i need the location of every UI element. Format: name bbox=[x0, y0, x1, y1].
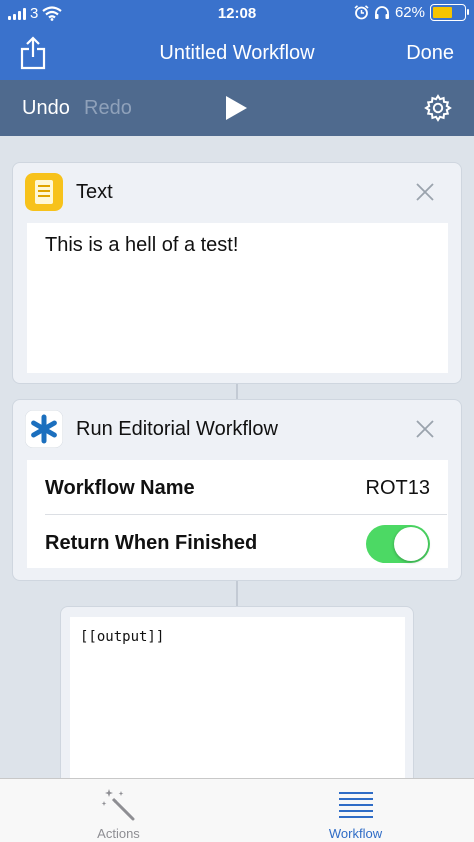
alarm-icon bbox=[354, 5, 369, 20]
done-button[interactable]: Done bbox=[406, 42, 454, 65]
text-action-card[interactable]: Text This is a hell of a test! bbox=[12, 162, 462, 384]
row-label: Workflow Name bbox=[45, 477, 195, 499]
output-text: [[output]] bbox=[80, 629, 165, 645]
tab-bar: Actions Workflow bbox=[0, 778, 474, 842]
workflow-name-value[interactable]: ROT13 bbox=[366, 477, 430, 500]
play-icon[interactable] bbox=[224, 95, 248, 121]
close-icon[interactable] bbox=[415, 419, 435, 439]
tab-actions[interactable]: Actions bbox=[0, 779, 237, 842]
output-card[interactable]: [[output]] bbox=[60, 606, 414, 797]
tab-label: Actions bbox=[97, 826, 140, 841]
battery-percent: 62% bbox=[394, 4, 425, 21]
card-header: Run Editorial Workflow bbox=[13, 400, 461, 458]
text-app-icon bbox=[25, 173, 63, 211]
output-text-area[interactable]: [[output]] bbox=[70, 617, 405, 797]
text-content: This is a hell of a test! bbox=[45, 234, 239, 256]
editorial-app-icon bbox=[25, 410, 63, 448]
action-title: Text bbox=[76, 181, 113, 203]
run-editorial-workflow-card[interactable]: Run Editorial Workflow Workflow Name ROT… bbox=[12, 399, 462, 581]
workflow-name-row[interactable]: Workflow Name ROT13 bbox=[27, 460, 447, 516]
row-label: Return When Finished bbox=[45, 532, 258, 554]
action-title: Run Editorial Workflow bbox=[76, 418, 278, 440]
gear-icon[interactable] bbox=[424, 94, 452, 122]
text-input-area[interactable]: This is a hell of a test! bbox=[27, 223, 448, 373]
page-title: Untitled Workflow bbox=[159, 42, 315, 64]
card-header: Text bbox=[13, 163, 461, 221]
connector-line bbox=[236, 384, 238, 400]
magic-wand-icon bbox=[101, 789, 135, 821]
battery-icon bbox=[430, 4, 469, 21]
return-when-finished-toggle[interactable] bbox=[366, 525, 430, 563]
editor-toolbar: Undo Redo bbox=[0, 80, 474, 136]
tab-workflow[interactable]: Workflow bbox=[237, 779, 474, 842]
close-icon[interactable] bbox=[415, 182, 435, 202]
list-icon bbox=[339, 792, 373, 818]
undo-button[interactable]: Undo bbox=[22, 97, 70, 120]
headphones-icon bbox=[374, 6, 389, 19]
status-bar: 3 12:08 62% bbox=[0, 0, 474, 28]
tab-label: Workflow bbox=[328, 826, 383, 841]
connector-line bbox=[236, 581, 238, 607]
navigation-bar: Untitled Workflow Done bbox=[0, 28, 474, 80]
return-when-finished-row: Return When Finished bbox=[27, 515, 447, 571]
top-bar: 3 12:08 62% Untitled Workflow Done bbox=[0, 0, 474, 80]
redo-button[interactable]: Redo bbox=[84, 97, 132, 120]
